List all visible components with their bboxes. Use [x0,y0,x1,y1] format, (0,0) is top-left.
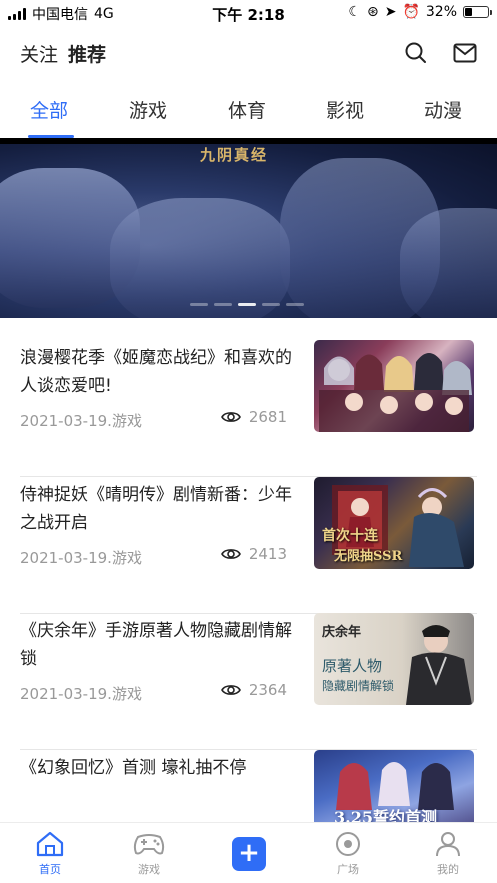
bottom-nav: 首页 游戏 + 广场 我的 [0,822,497,883]
mail-icon[interactable] [453,43,477,63]
eye-icon [220,685,241,695]
status-bar: 中国电信 4G 下午 2:18 ☾ ⊛ ➤ ⏰ 32% [0,0,497,28]
category-tabs: 全部 游戏 体育 影视 动漫 [0,92,497,138]
gamepad-icon [133,834,165,855]
carousel-dot[interactable] [286,303,304,306]
article-thumbnail[interactable]: 庆余年 原著人物 隐藏剧情解锁 [314,613,474,705]
article-views: 2413 [220,545,287,563]
view-count: 2681 [248,408,287,426]
search-icon[interactable] [405,42,427,64]
carousel-dot[interactable] [262,303,280,306]
article-item[interactable]: 浪漫樱花季《姬魔恋战纪》和喜欢的人谈恋爱吧! 2021-03-19.游戏 268… [20,340,477,477]
tab-anime[interactable]: 动漫 [424,96,462,123]
thumb-caption: 无限抽SSR [334,549,403,564]
tab-follow[interactable]: 关注 [20,40,58,67]
nav-label: 我的 [437,863,459,876]
create-post-button[interactable]: + [232,837,266,871]
tab-games[interactable]: 游戏 [129,96,167,123]
rotation-lock-icon: ⊛ [366,4,379,20]
carousel-dot[interactable] [190,303,208,306]
article-item[interactable]: 侍神捉妖《晴明传》剧情新番：少年之战开启 2021-03-19.游戏 2413 … [20,477,477,614]
article-thumbnail[interactable]: 首次十连 无限抽SSR [314,477,474,569]
eye-icon [220,549,241,559]
article-meta: 2021-03-19.游戏 [20,549,142,567]
tab-all[interactable]: 全部 [30,96,68,123]
alarm-icon: ⏰ [402,4,420,20]
eye-icon [220,412,241,422]
nav-label: 首页 [39,863,61,876]
nav-games[interactable]: 游戏 [119,831,179,877]
article-title[interactable]: 《幻象回忆》首测 壕礼抽不停 [20,754,300,782]
anime-group-art [319,353,472,432]
article-title[interactable]: 浪漫樱花季《姬魔恋战纪》和喜欢的人谈恋爱吧! [20,344,300,400]
plaza-icon [336,832,360,856]
article-thumbnail[interactable] [314,340,474,432]
article-item[interactable]: 《庆余年》手游原著人物隐藏剧情解锁 2021-03-19.游戏 2364 庆余年… [20,613,477,750]
article-meta: 2021-03-19.游戏 [20,412,142,430]
nav-home[interactable]: 首页 [20,831,80,877]
thumb-caption: 隐藏剧情解锁 [322,679,395,693]
user-icon [436,832,460,857]
view-count: 2364 [248,681,287,699]
article-title[interactable]: 侍神捉妖《晴明传》剧情新番：少年之战开启 [20,481,300,537]
tab-sports[interactable]: 体育 [228,96,266,123]
status-right: ☾ ⊛ ➤ ⏰ 32% [348,4,492,20]
view-count: 2413 [248,545,287,563]
home-icon [36,831,64,857]
article-meta: 2021-03-19.游戏 [20,685,142,703]
banner-carousel[interactable]: 九阴真经 [0,138,497,318]
article-title[interactable]: 《庆余年》手游原著人物隐藏剧情解锁 [20,617,300,673]
article-views: 2681 [220,408,287,426]
article-views: 2364 [220,681,287,699]
thumb-caption: 首次十连 [322,528,378,544]
nav-label: 游戏 [138,863,160,876]
location-icon: ➤ [384,4,397,20]
moon-icon: ☾ [348,4,361,20]
nav-label: 广场 [337,863,359,876]
nav-plaza[interactable]: 广场 [318,831,378,877]
tab-recommend[interactable]: 推荐 [68,40,106,67]
tab-movies[interactable]: 影视 [326,96,364,123]
nav-profile[interactable]: 我的 [418,831,478,877]
thumb-caption: 原著人物 [322,657,383,675]
carousel-dot[interactable] [238,303,256,306]
banner-rock [400,208,497,318]
thumb-brand: 庆余年 [322,625,362,640]
carousel-dots [190,303,304,306]
battery-icon [463,6,492,18]
banner-title: 九阴真经 [200,146,269,164]
battery-percent: 32% [425,4,457,20]
banner-rock [110,198,290,318]
carousel-dot[interactable] [214,303,232,306]
top-header: 关注 推荐 [20,36,477,70]
